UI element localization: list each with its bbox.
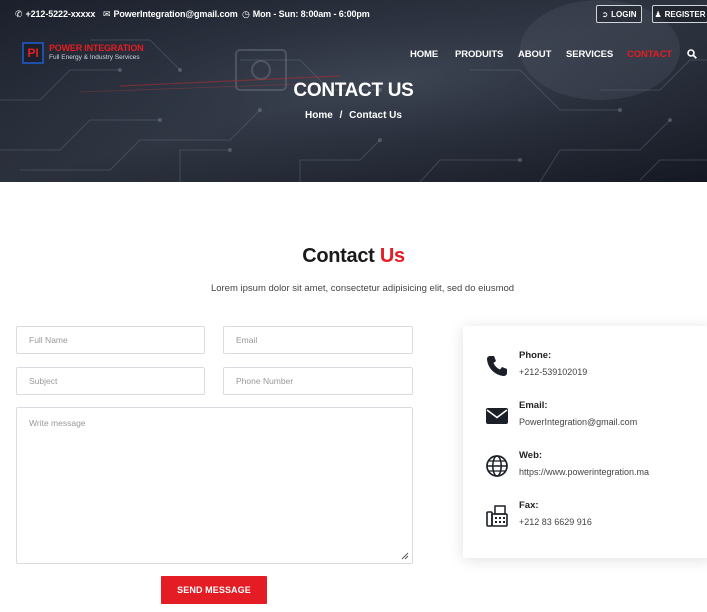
topbar-hours: ◷ Mon - Sun: 8:00am - 6:00pm xyxy=(242,9,370,19)
nav-home[interactable]: HOME xyxy=(410,49,438,60)
fax-value[interactable]: +212 83 6629 916 xyxy=(519,517,592,527)
phone-number-field[interactable]: Phone Number xyxy=(223,367,413,395)
web-value[interactable]: https://www.powerintegration.ma xyxy=(519,467,649,477)
fax-label: Fax: xyxy=(519,500,539,511)
topbar-hours-text: Mon - Sun: 8:00am - 6:00pm xyxy=(252,9,370,19)
search-icon[interactable] xyxy=(687,49,697,59)
sign-in-icon: ➲ xyxy=(601,9,609,19)
section-title: Contact Us xyxy=(0,245,707,268)
phone-value[interactable]: +212-539102019 xyxy=(519,367,587,377)
contact-info-email: Email: PowerIntegration@gmail.com xyxy=(485,400,705,436)
user-icon: ♟ xyxy=(654,9,662,19)
login-label: LOGIN xyxy=(611,9,637,19)
contact-info-fax: Fax: +212 83 6629 916 xyxy=(485,500,705,536)
logo-subtitle: Full Energy & Industry Services xyxy=(49,54,140,61)
email-field[interactable]: Email xyxy=(223,326,413,354)
hero-banner: ✆ +212-5222-xxxxx ✉ PowerIntegration@gma… xyxy=(0,0,707,182)
topbar-phone-text: +212-5222-xxxxx xyxy=(25,9,96,19)
send-message-button[interactable]: SEND MESSAGE xyxy=(161,576,267,604)
contact-info-card: Phone: +212-539102019 Email: PowerIntegr… xyxy=(463,326,707,558)
logo-mark: PI xyxy=(22,42,44,64)
login-button[interactable]: ➲ LOGIN xyxy=(596,5,642,23)
phone-number-placeholder: Phone Number xyxy=(236,376,294,386)
page-title: CONTACT US xyxy=(293,80,414,101)
email-label: Email: xyxy=(519,400,548,411)
nav-contact[interactable]: CONTACT xyxy=(627,49,672,60)
topbar-email-text: PowerIntegration@gmail.com xyxy=(113,9,238,19)
topbar-phone[interactable]: ✆ +212-5222-xxxxx xyxy=(15,9,95,19)
phone-icon: ✆ xyxy=(15,8,23,19)
message-textarea[interactable]: Write message xyxy=(16,407,413,564)
full-name-placeholder: Full Name xyxy=(29,335,68,345)
section-subtitle: Lorem ipsum dolor sit amet, consectetur … xyxy=(210,283,515,294)
breadcrumb-current: Contact Us xyxy=(349,110,402,121)
email-value[interactable]: PowerIntegration@gmail.com xyxy=(519,417,637,427)
contact-info-phone: Phone: +212-539102019 xyxy=(485,350,705,386)
phone-label: Phone: xyxy=(519,350,552,361)
envelope-icon: ✉ xyxy=(103,8,111,19)
top-info-bar: ✆ +212-5222-xxxxx ✉ PowerIntegration@gma… xyxy=(0,0,707,30)
section-title-accent: Us xyxy=(379,245,405,267)
nav-produits[interactable]: PRODUITS xyxy=(455,49,503,60)
subject-placeholder: Subject xyxy=(29,376,58,386)
nav-services[interactable]: SERVICES xyxy=(566,49,613,60)
contact-info-web: Web: https://www.powerintegration.ma xyxy=(485,450,705,486)
full-name-field[interactable]: Full Name xyxy=(16,326,205,354)
breadcrumb: Home / Contact Us xyxy=(0,110,707,121)
fax-icon xyxy=(486,505,508,527)
breadcrumb-home[interactable]: Home xyxy=(305,110,333,121)
message-placeholder: Write message xyxy=(29,418,86,428)
subject-field[interactable]: Subject xyxy=(16,367,205,395)
resize-grip-icon[interactable] xyxy=(401,552,409,560)
section-title-main: Contact xyxy=(302,245,375,267)
phone-icon xyxy=(487,356,507,376)
nav-about[interactable]: ABOUT xyxy=(518,49,551,60)
globe-icon xyxy=(486,455,508,477)
topbar-email[interactable]: ✉ PowerIntegration@gmail.com xyxy=(103,9,238,19)
web-label: Web: xyxy=(519,450,543,461)
breadcrumb-separator: / xyxy=(339,110,343,121)
logo-title: POWER INTEGRATION xyxy=(49,43,144,53)
register-label: REGISTER xyxy=(664,9,706,19)
site-logo[interactable]: PI POWER INTEGRATION Full Energy & Indus… xyxy=(22,40,144,66)
email-placeholder: Email xyxy=(236,335,258,345)
clock-icon: ◷ xyxy=(242,8,250,19)
register-button[interactable]: ♟ REGISTER xyxy=(652,5,707,23)
envelope-icon xyxy=(486,408,508,424)
